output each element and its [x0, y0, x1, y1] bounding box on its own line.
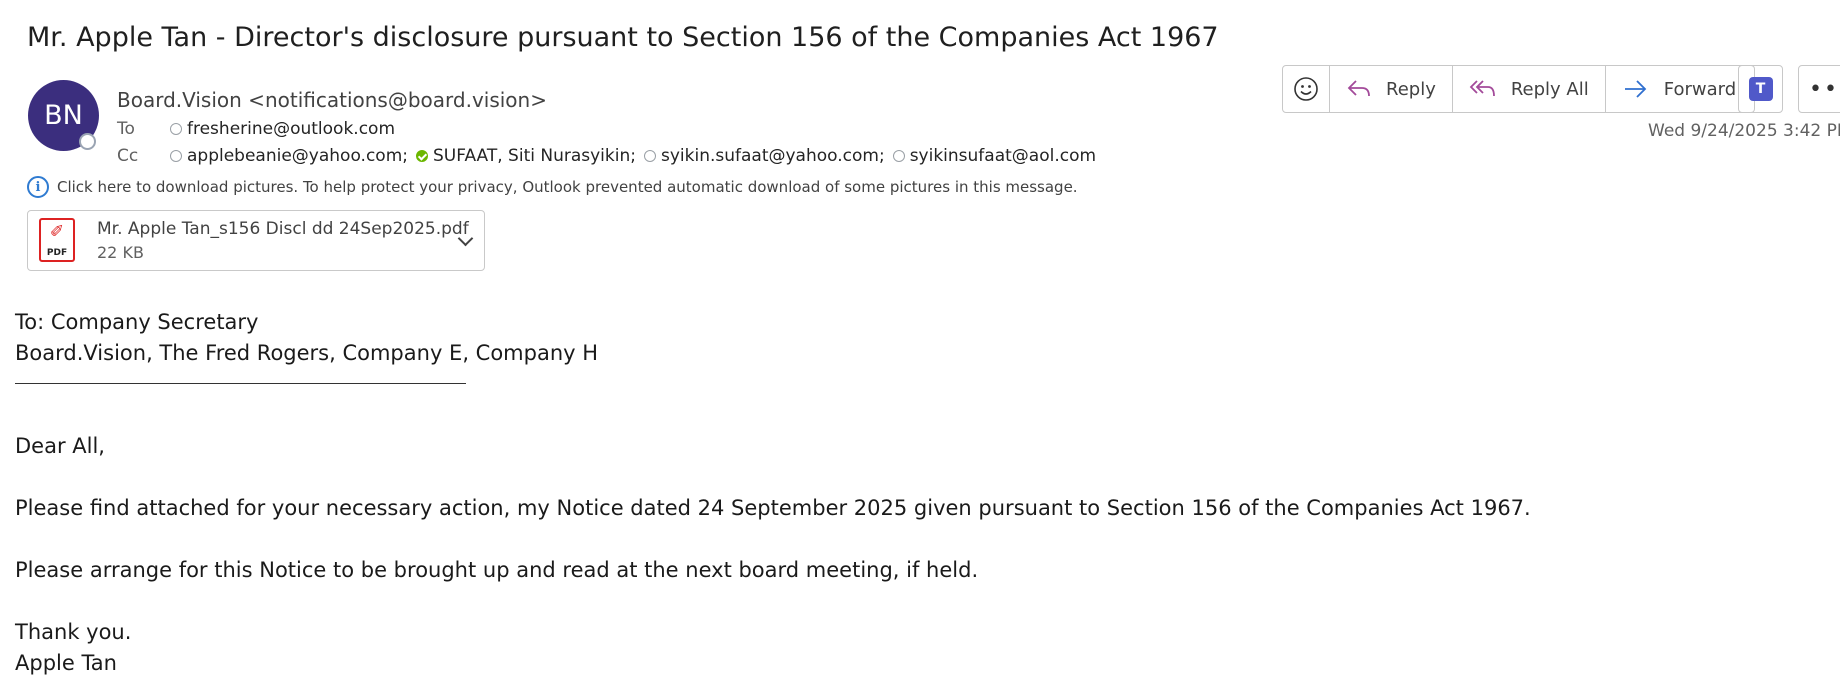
- recipient-cc[interactable]: syikin.sufaat@yahoo.com;: [643, 146, 885, 166]
- body-signature: Apple Tan: [15, 651, 117, 675]
- infobar-text: Click here to download pictures. To help…: [57, 178, 1078, 196]
- email-subject: Mr. Apple Tan - Director's disclosure pu…: [27, 22, 1219, 53]
- emoji-reaction-button[interactable]: [1282, 65, 1330, 113]
- presence-status-icon: [79, 133, 96, 150]
- presence-unknown-icon: [643, 150, 656, 162]
- attachment-name: Mr. Apple Tan_s156 Discl dd 24Sep2025.pd…: [97, 219, 469, 239]
- pdf-icon: ✐ PDF: [39, 218, 75, 262]
- body-to-line: To: Company Secretary: [15, 310, 259, 334]
- reply-button[interactable]: Reply: [1330, 65, 1453, 113]
- presence-unknown-icon: [170, 123, 182, 135]
- recipient-cc[interactable]: applebeanie@yahoo.com;: [170, 146, 408, 166]
- cc-label: Cc: [117, 146, 139, 166]
- presence-unknown-icon: [892, 150, 905, 162]
- forward-icon: [1624, 80, 1647, 98]
- download-pictures-infobar[interactable]: i Click here to download pictures. To he…: [27, 176, 1078, 198]
- sender-name[interactable]: Board.Vision <notifications@board.vision…: [117, 88, 547, 112]
- more-actions-button[interactable]: •••: [1798, 65, 1840, 113]
- attachment-card[interactable]: ✐ PDF Mr. Apple Tan_s156 Discl dd 24Sep2…: [27, 210, 485, 271]
- reply-all-button[interactable]: Reply All: [1452, 65, 1606, 113]
- to-label: To: [117, 119, 135, 139]
- recipient-cc[interactable]: syikinsufaat@aol.com: [892, 146, 1096, 166]
- cc-row: Cc applebeanie@yahoo.com; SUFAAT, Siti N…: [117, 146, 1104, 166]
- more-icon: •••: [1809, 76, 1840, 102]
- recipient-cc[interactable]: SUFAAT, Siti Nurasyikin;: [416, 146, 636, 166]
- reply-icon: [1347, 80, 1370, 97]
- body-closing: Thank you.: [15, 620, 132, 644]
- message-body: To: Company Secretary Board.Vision, The …: [15, 307, 1531, 679]
- body-paragraph-1: Please find attached for your necessary …: [15, 496, 1531, 520]
- divider: [15, 383, 466, 384]
- avatar-initials: BN: [44, 100, 83, 131]
- teams-button[interactable]: T: [1738, 65, 1783, 113]
- attachment-size: 22 KB: [97, 243, 144, 262]
- info-icon: i: [27, 176, 49, 198]
- teams-icon: T: [1748, 77, 1773, 101]
- message-toolbar: Reply Reply All Forward: [1282, 65, 1756, 113]
- body-companies-line: Board.Vision, The Fred Rogers, Company E…: [15, 341, 599, 365]
- presence-unknown-icon: [170, 150, 182, 162]
- presence-available-icon: [416, 150, 428, 162]
- recipient-to[interactable]: fresherine@outlook.com: [170, 119, 395, 139]
- to-row: To fresherine@outlook.com: [117, 119, 403, 139]
- body-paragraph-2: Please arrange for this Notice to be bro…: [15, 558, 979, 582]
- forward-button[interactable]: Forward: [1605, 65, 1756, 113]
- received-date: Wed 9/24/2025 3:42 PM: [1648, 121, 1840, 141]
- body-greeting: Dear All,: [15, 434, 105, 458]
- reply-all-icon: [1469, 80, 1495, 97]
- smiley-icon: [1294, 77, 1318, 101]
